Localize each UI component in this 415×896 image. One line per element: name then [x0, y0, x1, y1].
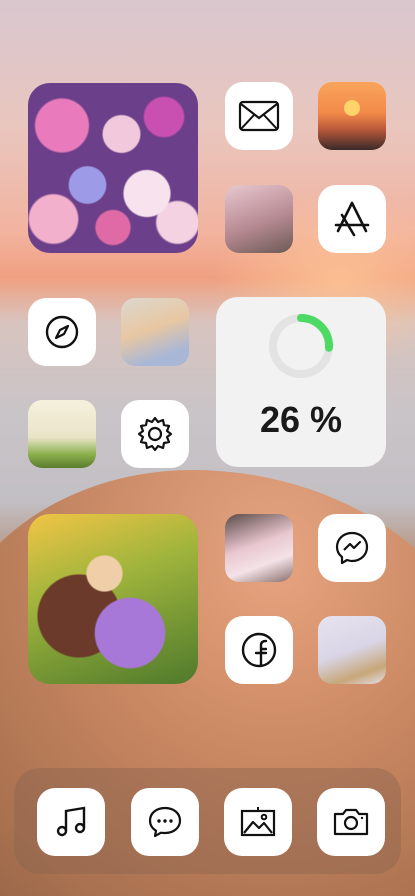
sunset-hand-photo[interactable]: [318, 82, 386, 150]
app-store-app-icon[interactable]: [318, 185, 386, 253]
safari-app-icon[interactable]: [28, 298, 96, 366]
battery-ring: [269, 314, 333, 378]
messages-icon: [148, 806, 182, 838]
facebook-app-icon[interactable]: [225, 616, 293, 684]
messages-app-icon[interactable]: [131, 788, 199, 856]
roses-bouquet-photo[interactable]: [225, 514, 293, 582]
flowers-photo-widget[interactable]: [28, 83, 198, 253]
music-icon: [56, 806, 86, 837]
compass-icon: [45, 315, 79, 349]
settings-app-icon[interactable]: [121, 400, 189, 468]
selfie-photo[interactable]: [121, 298, 189, 366]
bouquet-photo[interactable]: [225, 185, 293, 253]
photos-app-icon[interactable]: [224, 788, 292, 856]
battery-percentage: 26 %: [259, 399, 343, 440]
gear-icon: [137, 416, 173, 452]
messenger-app-icon[interactable]: [318, 514, 386, 582]
music-app-icon[interactable]: [37, 788, 105, 856]
woman-with-lilac-photo-widget[interactable]: [28, 514, 198, 684]
camera-app-icon[interactable]: [317, 788, 385, 856]
camera-icon: [333, 808, 369, 836]
facebook-icon: [241, 632, 277, 668]
app-store-icon: [334, 201, 370, 237]
basket-photo[interactable]: [318, 616, 386, 684]
mail-app-icon[interactable]: [225, 82, 293, 150]
mail-icon: [238, 100, 280, 132]
photos-icon: [240, 807, 276, 837]
battery-widget[interactable]: 26 %: [216, 297, 386, 467]
messenger-icon: [335, 531, 369, 565]
field-photo[interactable]: [28, 400, 96, 468]
home-screen: 26 %: [0, 0, 415, 896]
